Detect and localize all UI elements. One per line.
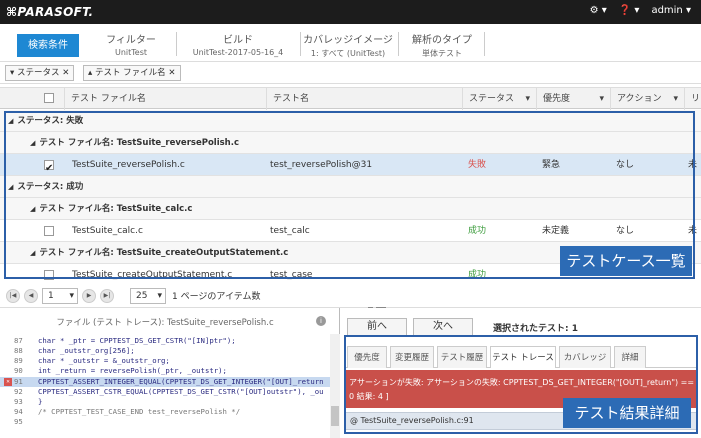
row-checkbox[interactable] [44, 270, 54, 280]
source-panel: ファイル (テスト トレース): TestSuite_reversePolish… [0, 308, 340, 438]
code-line: 93} [14, 397, 43, 406]
help-menu[interactable]: ❓ ▾ [619, 5, 640, 16]
detail-tabs: 優先度 変更履歴 テスト履歴 テスト トレース カバレッジ 詳細 [345, 346, 697, 368]
chip-status[interactable]: ▾ ステータス ✕ [5, 65, 75, 81]
grid-header: テスト ファイル名 テスト名 ステータス ▾ 優先度 ▾ アクション ▾ リ [0, 87, 701, 110]
collapse-icon: ◢ [30, 249, 36, 257]
status-badge: 成功 [468, 226, 487, 236]
close-icon[interactable]: ✕ [168, 68, 175, 78]
build-selector[interactable]: ビルド UnitTest-2017-05-16_4 [182, 31, 294, 57]
page-size-selector[interactable]: 25 ▾ [130, 288, 166, 304]
selected-test-count: 選択されたテスト: 1 [493, 324, 578, 334]
search-criteria-button[interactable]: 検索条件 [17, 34, 79, 57]
code-line: 92 CPPTEST_ASSERT_CSTR_EQUAL(CPPTEST_DS_G… [14, 387, 324, 396]
next-button[interactable]: 次へ [413, 318, 473, 336]
last-page-button[interactable]: ▶| [100, 289, 114, 303]
tab-test-trace[interactable]: テスト トレース [490, 346, 556, 368]
close-icon[interactable]: ✕ [62, 68, 69, 78]
divider [398, 32, 399, 56]
parasoft-logo: ⌘PARASOFT. [6, 5, 94, 19]
code-line: 87 char * _ptr = CPPTEST_DS_GET_CSTR("[IN… [14, 336, 236, 345]
filter-bar: 検索条件 フィルター UnitTest ビルド UnitTest-2017-05… [0, 24, 701, 62]
filter-selector[interactable]: フィルター UnitTest [98, 31, 164, 57]
code-line: 95 [14, 417, 23, 426]
divider [176, 32, 177, 56]
row-checkbox[interactable] [44, 226, 54, 236]
top-right-controls: ⚙ ▾ ❓ ▾ admin ▾ [590, 5, 691, 16]
chip-test-file-name[interactable]: ▴ テスト ファイル名 ✕ [83, 65, 181, 81]
analysis-type-selector[interactable]: 解析のタイプ 単体テスト [404, 31, 480, 59]
column-header-test-file[interactable]: テスト ファイル名 [64, 88, 266, 110]
column-header-extra[interactable]: リ [684, 88, 701, 110]
source-title: ファイル (テスト トレース): TestSuite_reversePolish… [56, 318, 274, 328]
divider [484, 32, 485, 56]
sort-icon: ▾ [599, 94, 604, 104]
code-line: 89 char * _outstr = &_outstr_org; [14, 356, 170, 365]
help-icon: ❓ [618, 5, 632, 16]
group-row-file-calc[interactable]: ◢ テスト ファイル名: TestSuite_calc.c [0, 198, 701, 220]
group-row-success[interactable]: ◢ ステータス: 成功 [0, 176, 701, 198]
select-all-checkbox[interactable] [44, 93, 54, 103]
collapse-icon: ◢ [8, 117, 14, 125]
page-selector[interactable]: 1 ▾ [42, 288, 78, 304]
code-line: 94/* CPPTEST_TEST_CASE_END test_reverseP… [14, 407, 241, 416]
divider [300, 32, 301, 56]
prev-page-button[interactable]: ◀ [24, 289, 38, 303]
group-row-fail[interactable]: ◢ ステータス: 失敗 [0, 110, 701, 132]
chevron-down-icon: ▾ [10, 68, 15, 78]
scrollbar-thumb[interactable] [331, 406, 339, 426]
sort-icon: ▾ [525, 94, 530, 104]
test-list-callout: テストケース一覧 [560, 246, 692, 276]
source-scrollbar[interactable] [330, 334, 340, 438]
info-icon[interactable]: i [316, 316, 326, 326]
column-header-status[interactable]: ステータス ▾ [462, 88, 536, 110]
row-checkbox[interactable] [44, 158, 54, 180]
coverage-image-selector[interactable]: カバレッジイメージ 1: すべて (UnitTest) [302, 31, 394, 59]
status-badge: 失敗 [468, 160, 487, 170]
table-row[interactable]: TestSuite_reversePolish.c test_reversePo… [0, 154, 701, 180]
next-page-button[interactable]: ▶ [82, 289, 96, 303]
error-marker-icon: ✕ [4, 378, 12, 386]
column-header-priority[interactable]: 優先度 ▾ [536, 88, 610, 110]
tab-priority[interactable]: 優先度 [347, 346, 387, 368]
code-line-highlighted: ✕ 91 CPPTEST_ASSERT_INTEGER_EQUAL(CPPTEST_… [0, 377, 330, 387]
column-header-test-name[interactable]: テスト名 [266, 88, 462, 110]
collapse-icon: ◢ [30, 205, 36, 213]
code-line: 88 char _outstr_org[256]; [14, 346, 135, 355]
top-bar: ⌘PARASOFT. ⚙ ▾ ❓ ▾ admin ▾ [0, 0, 701, 24]
first-page-button[interactable]: |◀ [6, 289, 20, 303]
gear-menu[interactable]: ⚙ ▾ [590, 5, 607, 16]
sort-icon: ▾ [673, 94, 678, 104]
tab-change-history[interactable]: 変更履歴 [390, 346, 434, 368]
collapse-icon: ◢ [30, 139, 36, 147]
table-row[interactable]: TestSuite_calc.c test_calc 成功 未定義 なし 未 [0, 220, 701, 242]
source-code: 87 char * _ptr = CPPTEST_DS_GET_CSTR("[IN… [0, 334, 330, 438]
tab-details[interactable]: 詳細 [614, 346, 646, 368]
collapse-icon: ◢ [8, 183, 14, 191]
code-line: 90 int _return = reversePolish(_ptr, _out… [14, 366, 227, 375]
group-row-file-reversepolish[interactable]: ◢ テスト ファイル名: TestSuite_reversePolish.c [0, 132, 701, 154]
group-by-chips: ▾ ステータス ✕ ▴ テスト ファイル名 ✕ [0, 62, 701, 84]
tab-test-history[interactable]: テスト履歴 [437, 346, 487, 368]
prev-button[interactable]: 前へ [347, 318, 407, 336]
tab-coverage[interactable]: カバレッジ [559, 346, 611, 368]
chevron-up-icon: ▴ [88, 68, 93, 78]
pager: |◀ ◀ 1 ▾ ▶ ▶| 25 ▾ 1 ページのアイテム数 [0, 284, 701, 308]
gear-icon: ⚙ [589, 5, 599, 16]
column-header-action[interactable]: アクション ▾ [610, 88, 684, 110]
items-per-page-label: 1 ページのアイテム数 [172, 292, 261, 302]
user-menu[interactable]: admin ▾ [651, 5, 691, 16]
test-result-callout: テスト結果詳細 [563, 398, 691, 428]
